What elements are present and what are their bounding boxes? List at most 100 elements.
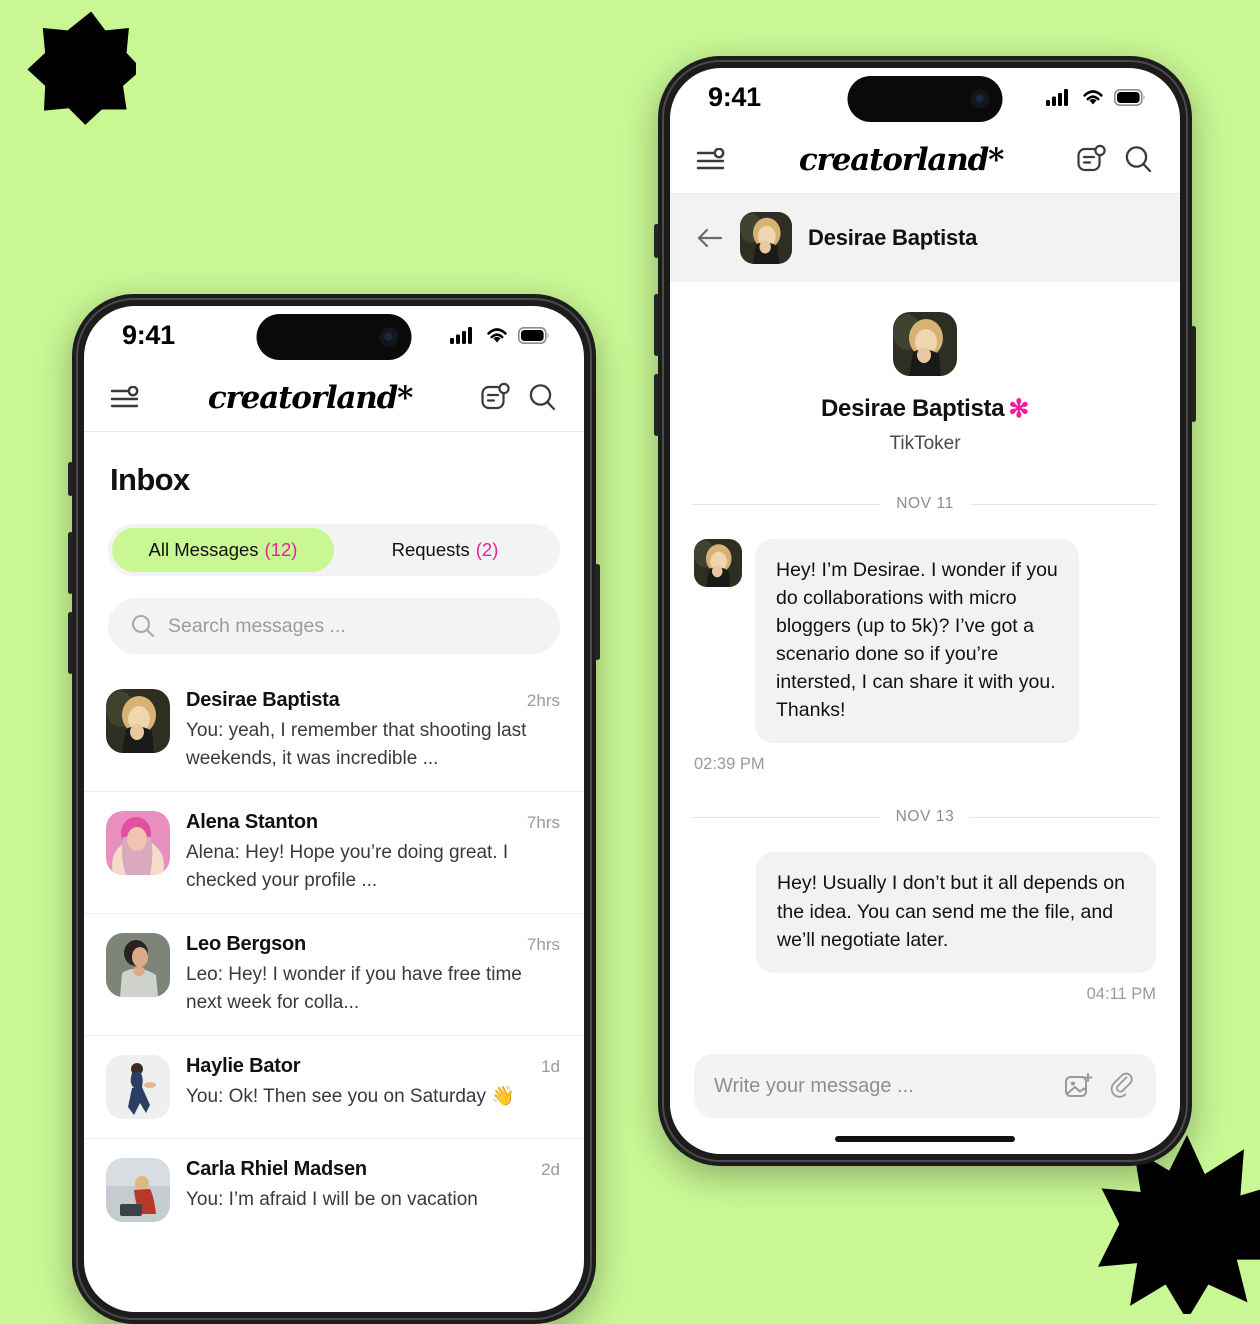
avatar[interactable] bbox=[893, 312, 957, 376]
volume-down-button[interactable] bbox=[654, 374, 659, 436]
cellular-signal-icon bbox=[1046, 89, 1068, 106]
app-brand-logo: creatorland* bbox=[207, 379, 413, 416]
profile-name: Desirae Baptista ✻ bbox=[670, 394, 1180, 424]
dynamic-island bbox=[847, 76, 1003, 122]
message-list: Desirae Baptista 2hrs You: yeah, I remem… bbox=[84, 670, 584, 1241]
search-icon[interactable] bbox=[527, 382, 558, 413]
mute-switch[interactable] bbox=[68, 462, 73, 496]
volume-up-button[interactable] bbox=[68, 532, 73, 594]
list-item-preview: You: Ok! Then see you on Saturday 👋 bbox=[186, 1086, 515, 1108]
page-title: Inbox bbox=[110, 462, 190, 497]
paperclip-icon[interactable] bbox=[1108, 1072, 1136, 1100]
list-item-name: Leo Bergson bbox=[186, 933, 307, 956]
message-input[interactable]: Write your message ... bbox=[694, 1054, 1156, 1118]
wifi-icon bbox=[487, 328, 507, 343]
dynamic-island bbox=[256, 314, 412, 360]
power-button[interactable] bbox=[595, 564, 600, 660]
battery-icon bbox=[1114, 88, 1145, 106]
conversation-screen: 9:41 creatorland* Desirae Baptista Desir… bbox=[670, 68, 1180, 1154]
phone-inbox: 9:41 creatorland* Inbox All Messages (12… bbox=[68, 294, 600, 1324]
list-item-time: 2hrs bbox=[526, 691, 560, 710]
home-indicator bbox=[835, 1136, 1015, 1142]
volume-up-button[interactable] bbox=[654, 294, 659, 356]
status-bar: 9:41 bbox=[670, 68, 1180, 126]
tab-requests[interactable]: Requests (2) bbox=[334, 528, 556, 572]
conversation-header-name: Desirae Baptista bbox=[808, 225, 978, 250]
composer-area: Write your message ... bbox=[670, 1042, 1180, 1154]
divider-line bbox=[692, 503, 881, 505]
date-divider-label: NOV 13 bbox=[895, 808, 955, 826]
menu-filter-icon[interactable] bbox=[696, 147, 726, 172]
verified-badge-icon: ✻ bbox=[1008, 395, 1029, 423]
tab-requests-label: Requests bbox=[391, 539, 470, 560]
message-bubble-row: Hey! I’m Desirae. I wonder if you do col… bbox=[694, 539, 1156, 744]
avatar bbox=[694, 539, 742, 587]
message-timestamp: 04:11 PM bbox=[1086, 984, 1156, 1003]
avatar bbox=[106, 811, 170, 876]
avatar bbox=[106, 1055, 170, 1120]
tab-all-messages[interactable]: All Messages (12) bbox=[112, 528, 334, 572]
menu-filter-icon[interactable] bbox=[110, 385, 140, 410]
status-time: 9:41 bbox=[122, 319, 175, 350]
inbox-tabs: All Messages (12) Requests (2) bbox=[108, 524, 560, 576]
search-placeholder: Search messages ... bbox=[168, 614, 346, 637]
list-item[interactable]: Haylie Bator 1d You: Ok! Then see you on… bbox=[84, 1035, 584, 1138]
list-item-preview: Alena: Hey! Hope you’re doing great. I c… bbox=[186, 842, 509, 891]
message-input-placeholder: Write your message ... bbox=[714, 1074, 914, 1097]
tab-all-messages-count: (12) bbox=[264, 539, 298, 560]
list-item[interactable]: Leo Bergson 7hrs Leo: Hey! I wonder if y… bbox=[84, 913, 584, 1035]
power-button[interactable] bbox=[1191, 326, 1196, 422]
list-item-preview: Leo: Hey! I wonder if you have free time… bbox=[186, 964, 522, 1013]
add-image-icon[interactable] bbox=[1064, 1072, 1094, 1100]
divider-line bbox=[969, 503, 1158, 505]
notes-notification-icon[interactable] bbox=[1076, 144, 1107, 175]
list-item-time: 7hrs bbox=[526, 813, 560, 833]
list-item[interactable]: Desirae Baptista 2hrs You: yeah, I remem… bbox=[84, 670, 584, 791]
phone-conversation: 9:41 creatorland* Desirae Baptista Desir… bbox=[654, 56, 1196, 1166]
divider-line bbox=[970, 816, 1158, 818]
status-indicators bbox=[1046, 88, 1146, 106]
profile-role: TikToker bbox=[889, 433, 961, 454]
date-divider: NOV 13 bbox=[692, 808, 1158, 826]
back-arrow-icon[interactable] bbox=[696, 227, 724, 249]
list-item-name: Desirae Baptista bbox=[186, 689, 340, 711]
avatar[interactable] bbox=[740, 212, 792, 264]
status-indicators bbox=[450, 326, 550, 344]
divider-line bbox=[692, 816, 880, 818]
profile-name-text: Desirae Baptista bbox=[821, 395, 1005, 422]
message-bubble-incoming[interactable]: Hey! I’m Desirae. I wonder if you do col… bbox=[755, 539, 1079, 744]
battery-icon bbox=[518, 326, 549, 344]
list-item-preview: You: yeah, I remember that shooting last… bbox=[186, 720, 527, 769]
search-input[interactable]: Search messages ... bbox=[108, 598, 560, 654]
list-item[interactable]: Carla Rhiel Madsen 2d You: I’m afraid I … bbox=[84, 1138, 584, 1241]
status-bar: 9:41 bbox=[84, 306, 584, 364]
avatar bbox=[106, 933, 170, 998]
decorative-star-top-left bbox=[27, 11, 136, 125]
profile-summary: Desirae Baptista ✻ TikToker bbox=[670, 282, 1180, 461]
avatar bbox=[106, 1158, 170, 1223]
list-item-time: 2d bbox=[541, 1160, 560, 1180]
front-camera bbox=[970, 89, 990, 109]
list-item-name: Carla Rhiel Madsen bbox=[186, 1158, 367, 1181]
list-item[interactable]: Alena Stanton 7hrs Alena: Hey! Hope you’… bbox=[84, 791, 584, 913]
message-timestamp: 02:39 PM bbox=[694, 755, 765, 774]
date-divider: NOV 11 bbox=[692, 495, 1158, 513]
tab-all-messages-label: All Messages bbox=[148, 539, 259, 560]
inbox-screen: 9:41 creatorland* Inbox All Messages (12… bbox=[84, 306, 584, 1312]
notes-notification-icon[interactable] bbox=[480, 382, 511, 413]
app-header: creatorland* bbox=[670, 126, 1180, 194]
volume-down-button[interactable] bbox=[68, 612, 73, 674]
wifi-icon bbox=[1083, 90, 1103, 105]
conversation-header: Desirae Baptista bbox=[670, 194, 1180, 282]
status-time: 9:41 bbox=[708, 81, 761, 112]
mute-switch[interactable] bbox=[654, 224, 659, 258]
list-item-name: Haylie Bator bbox=[186, 1055, 301, 1078]
search-icon[interactable] bbox=[1123, 144, 1154, 175]
list-item-time: 7hrs bbox=[526, 935, 560, 955]
list-item-name: Alena Stanton bbox=[186, 811, 318, 834]
date-divider-label: NOV 11 bbox=[896, 495, 954, 512]
message-bubble-row: Hey! Usually I don’t but it all depends … bbox=[694, 852, 1156, 973]
search-icon bbox=[131, 614, 155, 638]
list-item-time: 1d bbox=[541, 1057, 560, 1077]
message-bubble-outgoing[interactable]: Hey! Usually I don’t but it all depends … bbox=[756, 852, 1156, 973]
